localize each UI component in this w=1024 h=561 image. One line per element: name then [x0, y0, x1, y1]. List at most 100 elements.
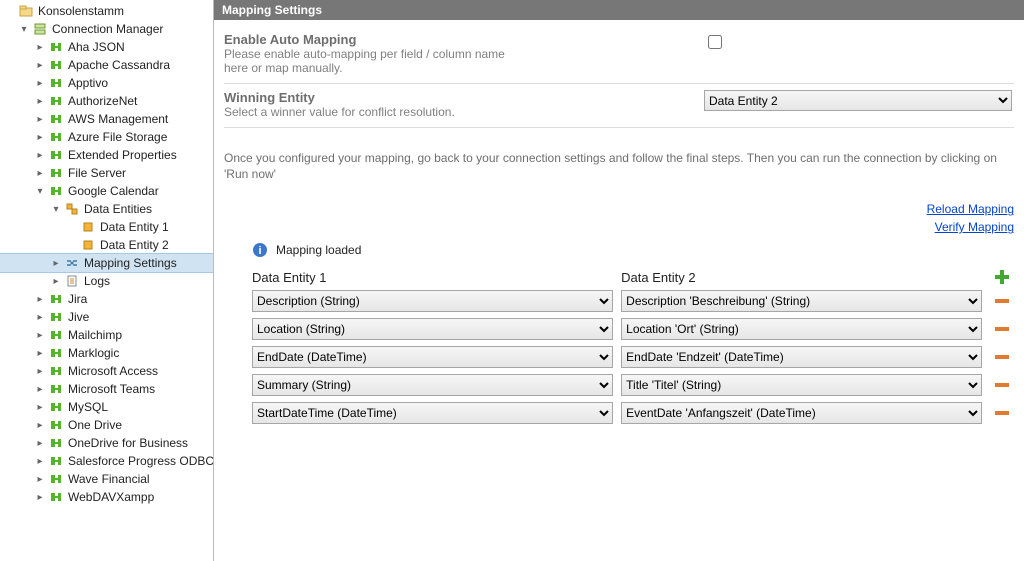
- mapping-right-select[interactable]: EventDate 'Anfangszeit' (DateTime): [621, 402, 982, 424]
- mapping-left-select[interactable]: StartDateTime (DateTime): [252, 402, 613, 424]
- expander-icon[interactable]: ▸: [34, 114, 46, 125]
- tree-connector[interactable]: ▸Extended Properties: [0, 146, 213, 164]
- expander-icon[interactable]: ▸: [34, 402, 46, 413]
- tree-connector-label: One Drive: [68, 418, 122, 432]
- tree-connector-label: Marklogic: [68, 346, 119, 360]
- tree-connector-label: Salesforce Progress ODBC: [68, 454, 214, 468]
- expander-icon[interactable]: ▸: [34, 168, 46, 179]
- expander-icon[interactable]: ▸: [34, 348, 46, 359]
- mapping-row: Description (String) Description 'Beschre…: [252, 290, 1014, 312]
- remove-mapping-button[interactable]: [993, 324, 1011, 334]
- tree-connector[interactable]: ▸ Jive: [0, 308, 213, 326]
- mapping-left-select[interactable]: Summary (String): [252, 374, 613, 396]
- mapping-left-select[interactable]: EndDate (DateTime): [252, 346, 613, 368]
- tree-connector[interactable]: ▸Mailchimp: [0, 326, 213, 344]
- expander-icon[interactable]: ▸: [34, 60, 46, 71]
- puzzle-icon: [48, 75, 64, 91]
- mapping-left-select[interactable]: Location (String): [252, 318, 613, 340]
- expander-icon[interactable]: ▸: [34, 474, 46, 485]
- tree-data-entity-2[interactable]: ▸ Data Entity 2: [0, 236, 213, 254]
- expander-icon[interactable]: ▸: [34, 384, 46, 395]
- tree-connector[interactable]: ▸ Aha JSON: [0, 38, 213, 56]
- mapping-right-select[interactable]: Description 'Beschreibung' (String): [621, 290, 982, 312]
- tree-connector[interactable]: ▸WebDAVXampp: [0, 488, 213, 506]
- remove-mapping-button[interactable]: [993, 408, 1011, 418]
- tree-root[interactable]: ▸ Konsolenstamm: [0, 2, 213, 20]
- expander-icon[interactable]: ▸: [34, 150, 46, 161]
- expander-icon[interactable]: ▸: [34, 42, 46, 53]
- tree-logs[interactable]: ▸ Logs: [0, 272, 213, 290]
- puzzle-icon: [48, 129, 64, 145]
- mapping-right-select[interactable]: EndDate 'Endzeit' (DateTime): [621, 346, 982, 368]
- mapping-icon: [64, 255, 80, 271]
- info-icon: i: [252, 242, 268, 258]
- expander-icon[interactable]: ▸: [34, 96, 46, 107]
- reload-mapping-link[interactable]: Reload Mapping: [224, 200, 1014, 218]
- enable-auto-checkbox[interactable]: [708, 35, 722, 49]
- expander-icon[interactable]: ▸: [50, 258, 62, 269]
- winning-entity-select[interactable]: Data Entity 2: [704, 90, 1012, 111]
- tree-connector[interactable]: ▸ AWS Management: [0, 110, 213, 128]
- mapping-right-select[interactable]: Location 'Ort' (String): [621, 318, 982, 340]
- mapping-left-select[interactable]: Description (String): [252, 290, 613, 312]
- puzzle-icon: [48, 183, 64, 199]
- tree-connector[interactable]: ▸Microsoft Access: [0, 362, 213, 380]
- tree-connector[interactable]: ▸OneDrive for Business: [0, 434, 213, 452]
- tree-data-entities[interactable]: ▾ Data Entities: [0, 200, 213, 218]
- tree-connector-label: AWS Management: [68, 112, 168, 126]
- tree-connector[interactable]: ▸ Salesforce Progress ODBC: [0, 452, 213, 470]
- tree-connector[interactable]: ▸ One Drive: [0, 416, 213, 434]
- tree-connector[interactable]: ▸ Apache Cassandra: [0, 56, 213, 74]
- expander-icon[interactable]: ▸: [34, 366, 46, 377]
- tree-connection-manager[interactable]: ▾ Connection Manager: [0, 20, 213, 38]
- expander-icon[interactable]: ▸: [34, 420, 46, 431]
- mapping-row: Location (String) Location 'Ort' (String): [252, 318, 1014, 340]
- tree-connector-label: Aha JSON: [68, 40, 125, 54]
- tree-connector[interactable]: ▸ Wave Financial: [0, 470, 213, 488]
- navigation-tree[interactable]: ▸ Konsolenstamm ▾ Connection Manager ▸ Ah…: [0, 0, 214, 561]
- tree-connector-label: Apptivo: [68, 76, 108, 90]
- tree-connector[interactable]: ▸ Apptivo: [0, 74, 213, 92]
- expander-icon[interactable]: ▸: [34, 492, 46, 503]
- expander-icon[interactable]: ▸: [34, 132, 46, 143]
- remove-mapping-button[interactable]: [993, 380, 1011, 390]
- expander-icon[interactable]: ▸: [50, 276, 62, 287]
- tree-connector-label: Jira: [68, 292, 87, 306]
- tree-connector[interactable]: ▸Azure File Storage: [0, 128, 213, 146]
- tree-connector[interactable]: ▸MySQL: [0, 398, 213, 416]
- page-title: Mapping Settings: [214, 0, 1024, 20]
- expander-icon[interactable]: ▸: [34, 456, 46, 467]
- expander-icon[interactable]: ▾: [34, 186, 46, 197]
- mapping-right-select[interactable]: Title 'Titel' (String): [621, 374, 982, 396]
- verify-mapping-link[interactable]: Verify Mapping: [224, 218, 1014, 236]
- expander-icon[interactable]: ▸: [34, 438, 46, 449]
- expander-icon[interactable]: ▾: [50, 204, 62, 215]
- tree-connector[interactable]: ▸ Jira: [0, 290, 213, 308]
- tree-connector[interactable]: ▸ Marklogic: [0, 344, 213, 362]
- content-body: Enable Auto Mapping Please enable auto-m…: [214, 20, 1024, 561]
- remove-mapping-button[interactable]: [993, 352, 1011, 362]
- tree-de1-label: Data Entity 1: [100, 220, 169, 234]
- expander-icon[interactable]: ▸: [34, 330, 46, 341]
- tree-connector-label: Wave Financial: [68, 472, 150, 486]
- expander-icon[interactable]: ▾: [18, 24, 30, 35]
- puzzle-icon: [48, 111, 64, 127]
- tree-google-calendar[interactable]: ▾ Google Calendar: [0, 182, 213, 200]
- enable-auto-desc2: here or map manually.: [224, 61, 704, 75]
- tree-connector[interactable]: ▸File Server: [0, 164, 213, 182]
- enable-auto-title: Enable Auto Mapping: [224, 32, 704, 47]
- expander-icon[interactable]: ▸: [34, 78, 46, 89]
- tree-connector-label: Apache Cassandra: [68, 58, 170, 72]
- section-enable-auto-mapping: Enable Auto Mapping Please enable auto-m…: [224, 26, 1014, 84]
- remove-mapping-button[interactable]: [993, 296, 1011, 306]
- puzzle-icon: [48, 93, 64, 109]
- tree-connector-label: Jive: [68, 310, 89, 324]
- tree-connector[interactable]: ▸AuthorizeNet: [0, 92, 213, 110]
- expander-icon[interactable]: ▸: [34, 312, 46, 323]
- expander-icon[interactable]: ▸: [34, 294, 46, 305]
- add-mapping-button[interactable]: [993, 268, 1011, 286]
- mapping-row: EndDate (DateTime) EndDate 'Endzeit' (Dat…: [252, 346, 1014, 368]
- tree-data-entity-1[interactable]: ▸ Data Entity 1: [0, 218, 213, 236]
- tree-connector[interactable]: ▸Microsoft Teams: [0, 380, 213, 398]
- tree-mapping-settings[interactable]: ▸ Mapping Settings: [0, 254, 213, 272]
